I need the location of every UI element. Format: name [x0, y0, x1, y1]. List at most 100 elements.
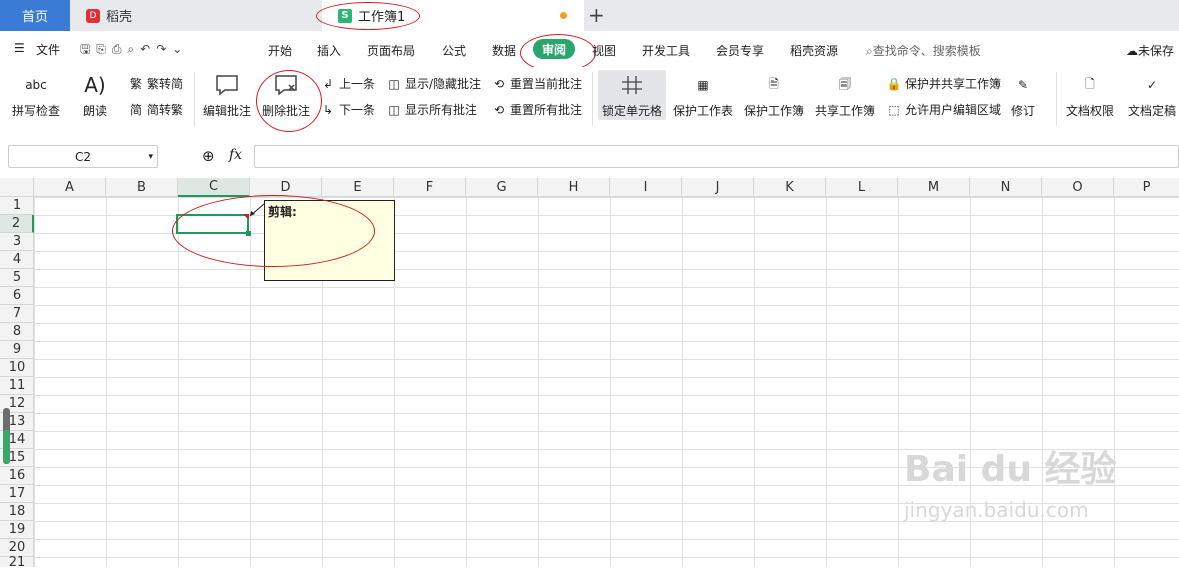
row-header[interactable]: 1	[0, 197, 34, 215]
row-header[interactable]: 5	[0, 269, 34, 287]
protect-share-button[interactable]: 🔒 保护并共享工作簿	[886, 75, 1002, 92]
doc-permission-icon: 🗋	[1085, 76, 1095, 91]
watermark-line2: jingyan.baidu.com	[904, 498, 1089, 522]
share-workbook-icon: 🗐	[839, 76, 851, 91]
reset-all-icon: ⟲	[493, 102, 505, 117]
simplified-to-traditional-button[interactable]: 简简转繁	[128, 101, 183, 118]
next-comment-button[interactable]: ↳ 下一条	[320, 101, 375, 118]
row-header[interactable]: 18	[0, 503, 34, 521]
menu-page-layout[interactable]: 页面布局	[367, 42, 415, 59]
show-hide-icon: ◫	[388, 76, 400, 91]
row-header[interactable]: 16	[0, 467, 34, 485]
reset-current-comment-button[interactable]: ⟲ 重置当前批注	[491, 75, 582, 92]
zoom-formula-icon[interactable]: ⊕	[202, 147, 215, 165]
column-header[interactable]: E	[322, 178, 394, 197]
protect-sheet-button[interactable]: ▦ 保护工作表	[673, 72, 733, 119]
menu-developer[interactable]: 开发工具	[642, 42, 690, 59]
column-header[interactable]: H	[538, 178, 610, 197]
column-header[interactable]: D	[250, 178, 322, 197]
search-command[interactable]: ⌕查找命令、搜索模板	[866, 42, 981, 59]
doc-final-button[interactable]: ✓ 文档定稿	[1128, 72, 1176, 119]
row-header[interactable]: 6	[0, 287, 34, 305]
watermark-line1: Bai du 经验	[904, 449, 1117, 490]
menu-formula[interactable]: 公式	[442, 42, 466, 59]
tab-daoke[interactable]: D 稻壳	[72, 0, 312, 31]
column-header-active[interactable]: C	[178, 178, 250, 197]
revise-icon: ✎	[1017, 78, 1029, 92]
menu-data[interactable]: 数据	[492, 42, 516, 59]
protect-workbook-button[interactable]: 🗎 保护工作簿	[744, 72, 804, 119]
row-header[interactable]: 8	[0, 323, 34, 341]
ribbon-divider	[1056, 72, 1057, 126]
reset-all-comments-button[interactable]: ⟲ 重置所有批注	[491, 101, 582, 118]
t2s-icon: 繁	[129, 77, 142, 91]
show-hide-label: 显示/隐藏批注	[405, 77, 482, 91]
cloud-unsaved[interactable]: ☁未保存	[1126, 42, 1174, 59]
row-header[interactable]: 3	[0, 233, 34, 251]
doc-permission-button[interactable]: 🗋 文档权限	[1066, 72, 1114, 119]
row-header[interactable]: 9	[0, 341, 34, 359]
baidu-watermark: Bai du 经验 jingyan.baidu.com	[904, 440, 1174, 550]
column-header[interactable]: A	[34, 178, 106, 197]
row-header[interactable]: 10	[0, 359, 34, 377]
row-header[interactable]: 4	[0, 251, 34, 269]
column-header[interactable]: O	[1042, 178, 1114, 197]
column-header[interactable]: K	[754, 178, 826, 197]
revise-button[interactable]: ✎ 修订	[1010, 72, 1036, 119]
menu-daoke-resources[interactable]: 稻壳资源	[790, 42, 838, 59]
read-aloud-label: 朗读	[82, 104, 107, 118]
select-all-corner[interactable]	[0, 178, 34, 197]
column-header[interactable]: L	[826, 178, 898, 197]
ribbon-divider	[194, 72, 195, 126]
column-header[interactable]: P	[1114, 178, 1179, 197]
allow-edit-range-button[interactable]: ⬚ 允许用户编辑区域	[886, 101, 1001, 118]
column-header[interactable]: B	[106, 178, 178, 197]
menu-insert[interactable]: 插入	[317, 42, 341, 59]
lock-cell-button[interactable]: 锁定单元格	[602, 72, 662, 119]
column-header[interactable]: J	[682, 178, 754, 197]
traditional-to-simplified-button[interactable]: 繁繁转简	[128, 75, 183, 92]
scrollbar-thumb[interactable]	[3, 430, 10, 464]
reset-current-icon: ⟲	[493, 76, 505, 91]
daoke-logo-icon: D	[86, 8, 100, 23]
protect-workbook-label: 保护工作簿	[744, 104, 805, 118]
share-workbook-button[interactable]: 🗐 共享工作簿	[815, 72, 875, 119]
show-hide-comment-button[interactable]: ◫ 显示/隐藏批注	[386, 75, 481, 92]
menu-file[interactable]: 文件	[36, 41, 60, 58]
show-all-comments-button[interactable]: ◫ 显示所有批注	[386, 101, 477, 118]
protect-share-label: 保护并共享工作簿	[905, 77, 1002, 91]
formula-input[interactable]	[254, 145, 1179, 168]
menu-member[interactable]: 会员专享	[716, 42, 764, 59]
column-header[interactable]: F	[394, 178, 466, 197]
read-aloud-button[interactable]: A) 朗读	[82, 72, 108, 119]
hamburger-icon[interactable]: ☰	[14, 41, 25, 55]
new-tab-plus-icon[interactable]: +	[588, 3, 605, 27]
column-header[interactable]: N	[970, 178, 1042, 197]
edit-comment-button[interactable]: 编辑批注	[203, 72, 251, 119]
quick-access-toolbar-icons[interactable]: 🖫⎘⎙⌕↶↷⌄	[80, 40, 188, 61]
cloud-icon: ☁	[1126, 44, 1138, 58]
chevron-down-icon[interactable]: ▾	[148, 152, 153, 162]
row-header[interactable]: 21	[0, 555, 34, 570]
tab-home[interactable]: 首页	[0, 0, 70, 31]
column-header[interactable]: M	[898, 178, 970, 197]
spell-check-button[interactable]: abc 拼写检查	[12, 72, 60, 119]
row-header[interactable]: 7	[0, 305, 34, 323]
annotation-ellipse-comment	[172, 195, 375, 267]
name-box[interactable]: C2 ▾	[8, 145, 158, 168]
row-header-active[interactable]: 2	[0, 215, 34, 233]
edit-comment-icon	[214, 72, 240, 98]
row-header[interactable]: 17	[0, 485, 34, 503]
menu-view[interactable]: 视图	[592, 42, 616, 59]
next-icon: ↳	[322, 102, 334, 117]
fx-icon[interactable]: fx	[229, 147, 242, 163]
menu-start[interactable]: 开始	[268, 42, 292, 59]
row-header[interactable]: 19	[0, 521, 34, 539]
row-header[interactable]: 11	[0, 377, 34, 395]
next-label: 下一条	[339, 103, 376, 117]
prev-comment-button[interactable]: ↲ 上一条	[320, 75, 375, 92]
column-header[interactable]: I	[610, 178, 682, 197]
read-aloud-icon: A)	[84, 73, 106, 97]
lock-icon: 🔒	[886, 76, 902, 91]
column-header[interactable]: G	[466, 178, 538, 197]
